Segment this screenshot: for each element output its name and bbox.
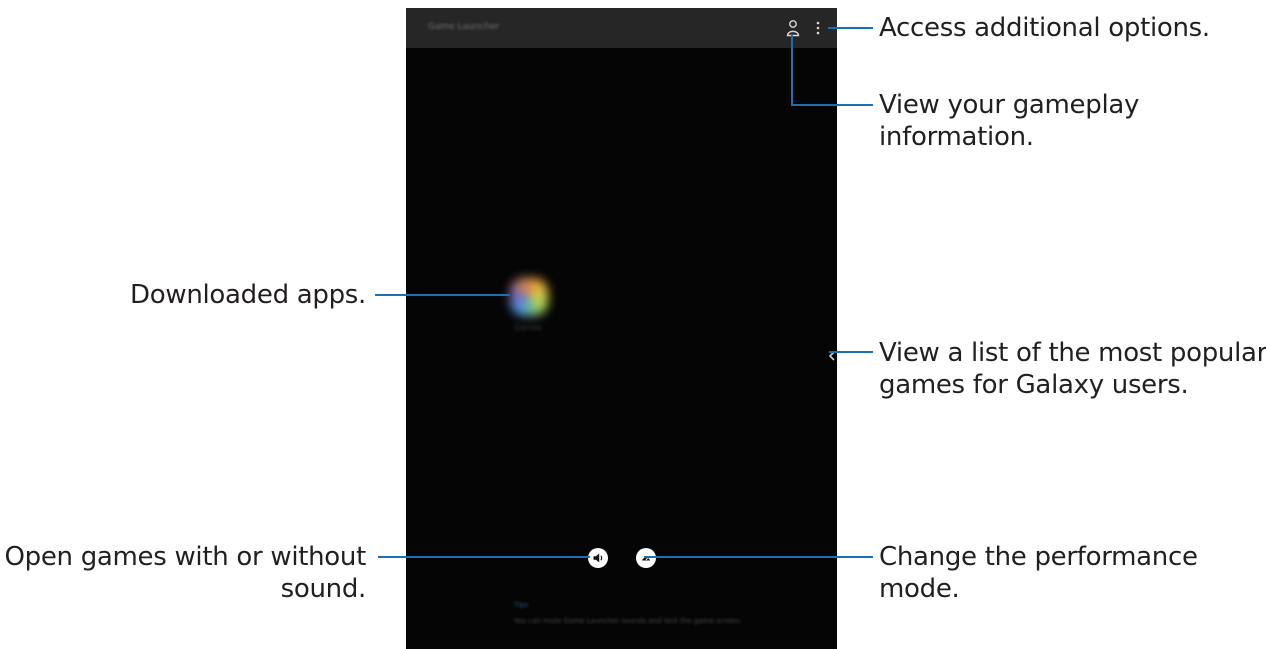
downloaded-app-label: Games <box>514 323 542 332</box>
top-bar: Game Launcher <box>406 8 837 48</box>
callout-performance: Change the performance mode. <box>879 541 1198 605</box>
callout-popular-games-line2: games for Galaxy users. <box>879 370 1189 400</box>
game-launcher-screen: Game Launcher Games Tips You can mute Ga… <box>406 8 837 649</box>
callout-gameplay-info-line2: information. <box>879 122 1034 152</box>
callout-line-performance <box>644 556 873 558</box>
callout-line-downloaded-apps <box>375 294 510 296</box>
callout-performance-line2: mode. <box>879 574 960 604</box>
downloaded-app-icon[interactable] <box>510 278 548 316</box>
sound-toggle-button[interactable] <box>588 548 608 568</box>
tip-body: You can mute Game Launcher sounds and lo… <box>514 617 742 625</box>
callout-gameplay-info: View your gameplay information. <box>879 89 1139 153</box>
callout-line-more-options <box>828 27 873 29</box>
callout-gameplay-info-line1: View your gameplay <box>879 90 1140 120</box>
more-vertical-icon[interactable] <box>815 20 821 36</box>
callout-line-gameplay-horizontal <box>791 104 873 106</box>
callout-line-gameplay-vertical <box>791 35 793 105</box>
callout-line-sound <box>378 556 590 558</box>
performance-mode-button[interactable] <box>636 548 656 568</box>
app-title: Game Launcher <box>428 22 500 32</box>
speaker-icon <box>593 553 603 563</box>
callout-popular-games: View a list of the most popular games fo… <box>879 337 1266 401</box>
callout-sound: Open games with or without sound. <box>4 541 366 605</box>
callout-downloaded-apps: Downloaded apps. <box>130 279 366 311</box>
tip-title: Tips <box>514 601 529 609</box>
callout-more-options: Access additional options. <box>879 12 1210 44</box>
callout-sound-line2: sound. <box>280 574 367 604</box>
callout-popular-games-line1: View a list of the most popular <box>879 338 1266 368</box>
callout-more-options-text: Access additional options. <box>879 13 1210 43</box>
speedometer-icon <box>642 556 650 561</box>
callout-line-popular-games <box>829 351 873 353</box>
callout-sound-line1: Open games with or without <box>4 542 366 572</box>
callout-downloaded-apps-text: Downloaded apps. <box>130 280 366 310</box>
callout-performance-line1: Change the performance <box>879 542 1198 572</box>
person-icon[interactable] <box>786 19 800 37</box>
